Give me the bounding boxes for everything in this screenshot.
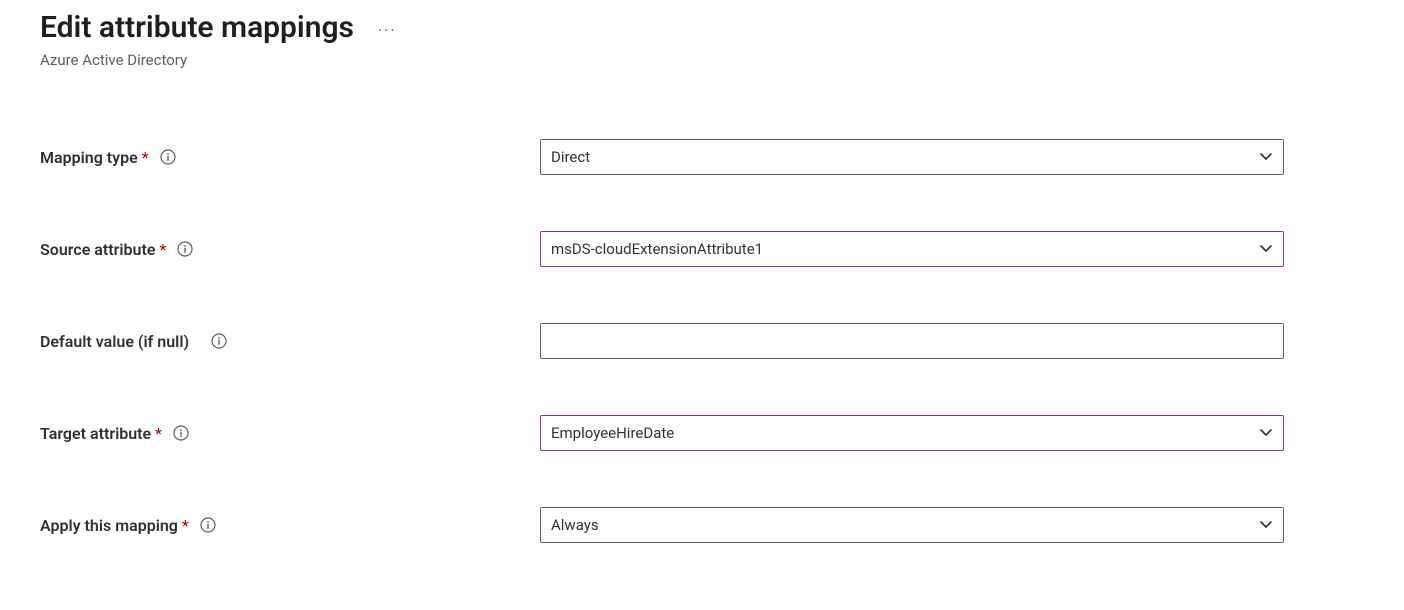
select-value: msDS-cloudExtensionAttribute1 [551,240,763,258]
page-header: Edit attribute mappings ··· [40,10,1364,45]
page-subtitle: Azure Active Directory [40,51,1364,69]
chevron-down-icon [1259,518,1273,532]
label-text: Target attribute [40,424,151,443]
info-icon[interactable] [159,148,177,166]
info-icon[interactable] [172,424,190,442]
select-value: EmployeeHireDate [551,424,674,442]
label-source-attribute: Source attribute * [40,240,540,259]
page-title: Edit attribute mappings [40,10,354,45]
info-icon[interactable] [199,516,217,534]
label-target-attribute: Target attribute * [40,424,540,443]
required-indicator: * [142,148,149,167]
required-indicator: * [159,240,166,259]
label-text: Default value (if null) [40,332,189,351]
label-text: Mapping type [40,148,138,167]
edit-attribute-mappings-page: Edit attribute mappings ··· Azure Active… [0,0,1404,583]
required-indicator: * [182,516,189,535]
apply-mapping-select[interactable]: Always [540,507,1284,543]
select-value: Direct [551,148,590,166]
row-mapping-type: Mapping type * Direct [40,139,1364,175]
label-default-value: Default value (if null) * [40,332,540,351]
chevron-down-icon [1259,242,1273,256]
required-indicator: * [155,424,162,443]
info-icon[interactable] [210,332,228,350]
label-text: Source attribute [40,240,155,259]
row-source-attribute: Source attribute * msDS-cloudExtensionAt… [40,231,1364,267]
more-actions-button[interactable]: ··· [378,15,397,40]
chevron-down-icon [1259,150,1273,164]
info-icon[interactable] [176,240,194,258]
mapping-type-select[interactable]: Direct [540,139,1284,175]
label-text: Apply this mapping [40,516,178,535]
default-value-input[interactable] [540,323,1284,359]
row-default-value: Default value (if null) * [40,323,1364,359]
source-attribute-select[interactable]: msDS-cloudExtensionAttribute1 [540,231,1284,267]
label-mapping-type: Mapping type * [40,148,540,167]
label-apply-mapping: Apply this mapping * [40,516,540,535]
row-target-attribute: Target attribute * EmployeeHireDate [40,415,1364,451]
select-value: Always [551,516,599,534]
target-attribute-select[interactable]: EmployeeHireDate [540,415,1284,451]
row-apply-mapping: Apply this mapping * Always [40,507,1364,543]
attribute-mapping-form: Mapping type * Direct Source attribute * [40,139,1364,543]
chevron-down-icon [1259,426,1273,440]
